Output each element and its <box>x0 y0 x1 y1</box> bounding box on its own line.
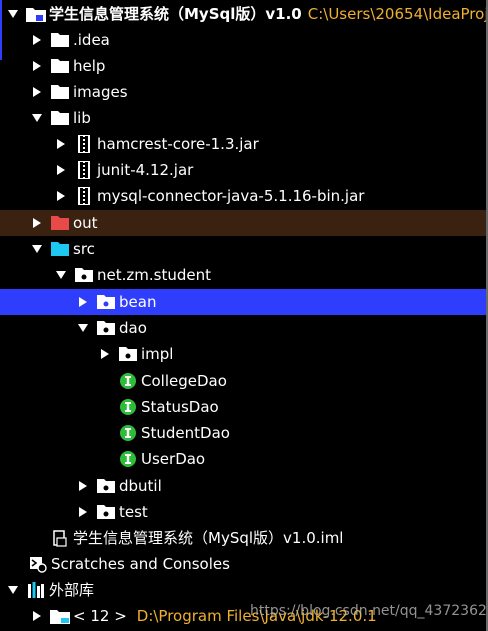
chevron-right-icon[interactable] <box>76 289 90 315</box>
package-icon <box>96 292 116 312</box>
tree-label-iml: 学生信息管理系统（MySql版）v1.0.iml <box>73 529 344 547</box>
tree-row-student-dao[interactable]: StudentDao <box>0 420 486 446</box>
tree-label-package: net.zm.student <box>97 266 211 284</box>
tree-row-images[interactable]: images <box>0 79 486 105</box>
chevron-right-icon[interactable] <box>54 131 68 157</box>
project-tree[interactable]: 学生信息管理系统（MySql版）v1.0 C:\Users\20654\Idea… <box>0 0 488 631</box>
source-folder-icon <box>50 239 70 259</box>
scratches-icon <box>28 554 48 574</box>
jar-icon <box>74 134 94 154</box>
chevron-right-icon[interactable] <box>30 210 44 236</box>
tree-row-jar-junit[interactable]: junit-4.12.jar <box>0 157 486 183</box>
tree-row-help[interactable]: help <box>0 53 486 79</box>
tree-row-external-libraries[interactable]: 外部库 <box>0 577 486 603</box>
package-icon <box>74 265 94 285</box>
tree-row-project-root[interactable]: 学生信息管理系统（MySql版）v1.0 C:\Users\20654\Idea… <box>0 1 488 27</box>
interface-icon <box>118 371 138 391</box>
tree-label-test: test <box>119 503 148 521</box>
chevron-right-icon[interactable] <box>76 499 90 525</box>
tree-row-jar-hamcrest[interactable]: hamcrest-core-1.3.jar <box>0 131 486 157</box>
tree-row-status-dao[interactable]: StatusDao <box>0 394 486 420</box>
package-icon <box>96 318 116 338</box>
project-name: 学生信息管理系统（MySql版）v1.0 <box>49 5 302 23</box>
tree-row-idea[interactable]: .idea <box>0 27 486 53</box>
tree-row-lib[interactable]: lib <box>0 105 486 131</box>
tree-label-src: src <box>73 240 95 258</box>
tree-row-jar-mysql[interactable]: mysql-connector-java-5.1.16-bin.jar <box>0 183 486 209</box>
chevron-right-icon[interactable] <box>54 183 68 209</box>
interface-icon <box>118 449 138 469</box>
tree-row-scratches[interactable]: Scratches and Consoles <box>0 551 486 577</box>
libraries-icon <box>26 580 46 600</box>
tree-label-student-dao: StudentDao <box>141 424 230 442</box>
tree-label-jar-mysql: mysql-connector-java-5.1.16-bin.jar <box>97 187 365 205</box>
interface-icon <box>118 397 138 417</box>
tree-label-college-dao: CollegeDao <box>141 372 227 390</box>
chevron-right-icon[interactable] <box>76 473 90 499</box>
tree-label-idea: .idea <box>73 31 110 49</box>
tree-row-dbutil[interactable]: dbutil <box>0 473 486 499</box>
tree-label-dbutil: dbutil <box>119 477 162 495</box>
package-icon <box>118 344 138 364</box>
chevron-right-icon[interactable] <box>30 27 44 53</box>
folder-icon <box>50 82 70 102</box>
tree-label-lib: lib <box>73 109 91 127</box>
jar-icon <box>74 186 94 206</box>
project-path: C:\Users\20654\IdeaProj <box>307 5 488 23</box>
watermark-text: https://blog.csdn.net/qq_43723627 <box>250 603 488 619</box>
chevron-right-icon[interactable] <box>54 157 68 183</box>
folder-icon <box>50 56 70 76</box>
tree-row-user-dao[interactable]: UserDao <box>0 446 486 472</box>
chevron-down-icon[interactable] <box>76 315 90 341</box>
jdk-folder-icon <box>50 606 70 626</box>
chevron-down-icon[interactable] <box>6 1 20 27</box>
chevron-down-icon[interactable] <box>54 262 68 288</box>
tree-row-college-dao[interactable]: CollegeDao <box>0 368 486 394</box>
tree-label-scratches: Scratches and Consoles <box>51 555 230 573</box>
chevron-down-icon[interactable] <box>6 577 20 603</box>
chevron-right-icon[interactable] <box>30 53 44 79</box>
tree-label-external-libraries: 外部库 <box>49 581 95 599</box>
package-icon <box>96 502 116 522</box>
tree-row-iml[interactable]: 学生信息管理系统（MySql版）v1.0.iml <box>0 525 486 551</box>
left-edge-accent <box>0 0 2 60</box>
tree-row-impl[interactable]: impl <box>0 341 486 367</box>
chevron-down-icon[interactable] <box>30 236 44 262</box>
excluded-folder-icon <box>50 213 70 233</box>
chevron-right-icon[interactable] <box>30 79 44 105</box>
folder-icon <box>50 108 70 128</box>
tree-row-test[interactable]: test <box>0 499 486 525</box>
tree-label-impl: impl <box>141 345 174 363</box>
tree-label-jdk: < 12 > <box>73 607 127 625</box>
tree-label-jar-junit: junit-4.12.jar <box>97 161 194 179</box>
jar-icon <box>74 160 94 180</box>
interface-icon <box>118 423 138 443</box>
tree-label-images: images <box>73 83 128 101</box>
tree-label-help: help <box>73 57 106 75</box>
chevron-right-icon[interactable] <box>30 603 44 629</box>
tree-label-jar-hamcrest: hamcrest-core-1.3.jar <box>97 135 259 153</box>
tree-row-dao[interactable]: dao <box>0 315 486 341</box>
module-folder-icon <box>26 4 46 24</box>
tree-label-user-dao: UserDao <box>141 450 206 468</box>
package-icon <box>96 476 116 496</box>
tree-row-src[interactable]: src <box>0 236 486 262</box>
chevron-down-icon[interactable] <box>30 105 44 131</box>
tree-row-package[interactable]: net.zm.student <box>0 262 486 288</box>
folder-icon <box>50 30 70 50</box>
tree-row-bean[interactable]: bean <box>0 289 486 315</box>
chevron-right-icon[interactable] <box>98 341 112 367</box>
tree-label-status-dao: StatusDao <box>141 398 219 416</box>
tree-row-out[interactable]: out <box>0 210 486 236</box>
module-file-icon <box>50 528 70 548</box>
tree-label-bean: bean <box>119 293 157 311</box>
tree-label-dao: dao <box>119 319 147 337</box>
tree-label-out: out <box>73 214 98 232</box>
